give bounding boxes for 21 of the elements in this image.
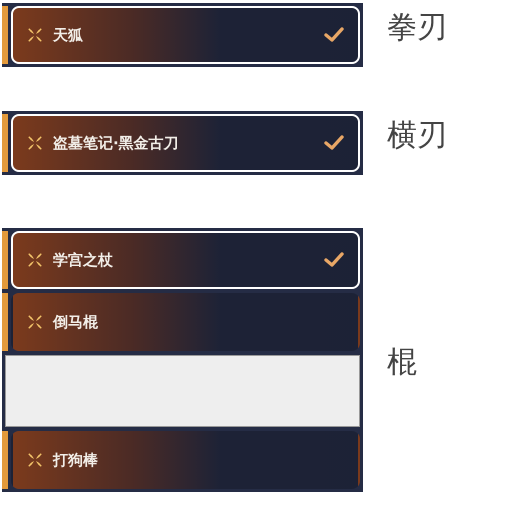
category-label: 棍 bbox=[387, 344, 417, 382]
flower-icon bbox=[27, 252, 43, 268]
weapon-item[interactable]: 打狗棒 bbox=[11, 431, 360, 489]
flower-icon bbox=[27, 452, 43, 468]
category-label: 横刃 bbox=[387, 117, 447, 155]
weapon-item[interactable]: 盗墓笔记·黑金古刀 bbox=[11, 114, 360, 172]
weapon-item[interactable]: 倒马棍 bbox=[11, 293, 360, 351]
flower-icon bbox=[27, 314, 43, 330]
check-icon bbox=[324, 135, 344, 151]
weapon-name: 打狗棒 bbox=[53, 450, 99, 470]
weapon-name: 天狐 bbox=[53, 26, 84, 44]
flower-icon bbox=[27, 27, 43, 43]
check-icon bbox=[324, 27, 344, 43]
weapon-item[interactable]: 天狐 bbox=[11, 6, 360, 64]
category-label: 拳刃 bbox=[387, 9, 447, 47]
weapon-name: 倒马棍 bbox=[53, 312, 99, 332]
weapon-item[interactable]: 学宫之杖 bbox=[11, 231, 360, 289]
flower-icon bbox=[27, 135, 43, 151]
weapon-name: 盗墓笔记·黑金古刀 bbox=[53, 134, 180, 152]
check-icon bbox=[324, 252, 344, 268]
weapon-name: 学宫之杖 bbox=[53, 250, 114, 270]
